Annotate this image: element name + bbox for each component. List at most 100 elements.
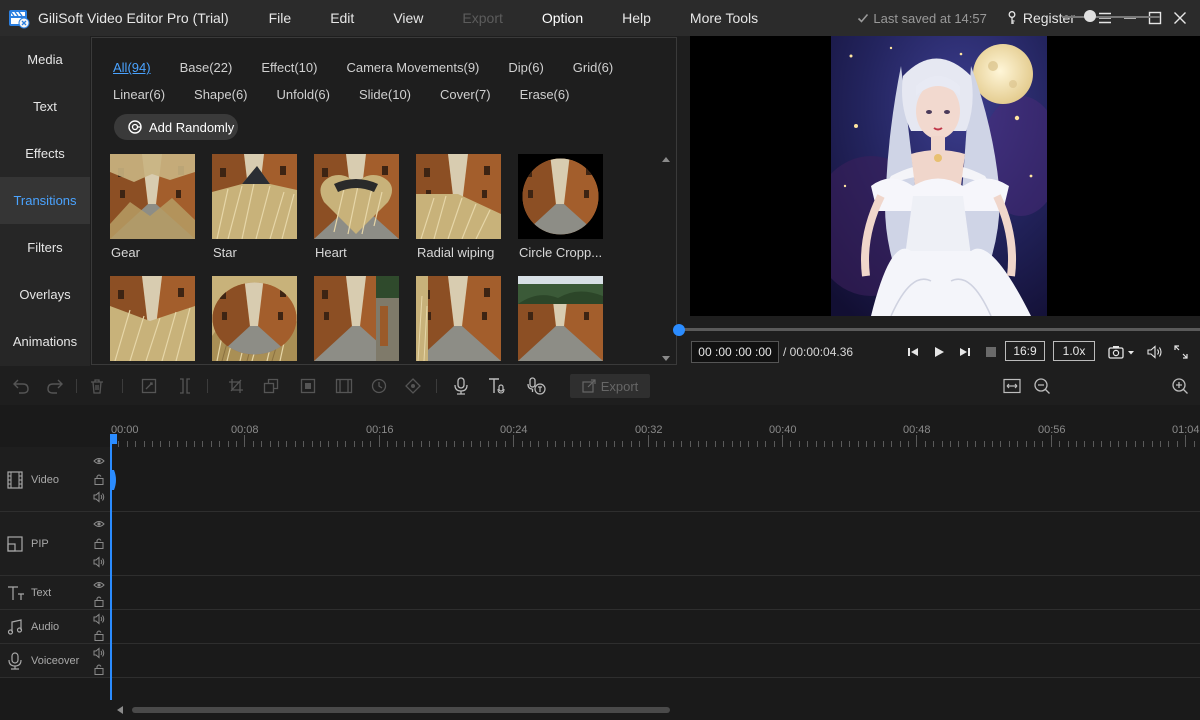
category-erase[interactable]: Erase(6) [520, 87, 570, 102]
redo-icon[interactable] [45, 376, 65, 396]
zoom-slider-track[interactable] [1062, 16, 1160, 18]
add-randomly-button[interactable]: Add Randomly [114, 114, 238, 140]
aspect-ratio-button[interactable]: 16:9 [1005, 341, 1045, 361]
edit-icon[interactable] [139, 376, 159, 396]
transition-circle-crop-thumbnail[interactable] [518, 154, 603, 239]
sidebar-item-animations[interactable]: Animations [0, 318, 90, 365]
visibility-eye-icon[interactable] [93, 518, 105, 530]
record-voice-icon[interactable] [451, 376, 471, 396]
lock-icon[interactable] [93, 473, 105, 485]
video-preview[interactable] [690, 36, 1200, 316]
category-cover[interactable]: Cover(7) [440, 87, 491, 102]
transition-star-thumbnail[interactable] [212, 154, 297, 239]
menu-view[interactable]: View [379, 10, 448, 26]
stop-icon[interactable] [982, 343, 1000, 361]
lock-icon[interactable] [93, 663, 105, 675]
menu-more-tools[interactable]: More Tools [676, 10, 783, 26]
transition-split-thumbnail[interactable] [110, 276, 195, 361]
track-volume-icon[interactable] [93, 556, 105, 568]
timeline-horizontal-scrollbar[interactable] [116, 704, 1196, 716]
fit-timeline-icon[interactable] [1002, 376, 1022, 396]
track-head-video: Video [0, 447, 110, 511]
playhead-marker[interactable] [108, 470, 118, 490]
track-volume-icon[interactable] [93, 647, 105, 659]
transition-radial-wiping-thumbnail[interactable] [416, 154, 501, 239]
lock-icon[interactable] [93, 537, 105, 549]
split-icon[interactable] [175, 376, 195, 396]
timeline-ruler[interactable]: 00:00 00:08 00:16 00:24 00:32 00:40 00:4… [110, 405, 1200, 447]
register-button[interactable]: Register [1007, 10, 1075, 26]
category-base[interactable]: Base(22) [180, 60, 233, 75]
track-voiceover[interactable]: Voiceover [0, 644, 1200, 678]
current-time-field[interactable]: 00 :00 :00 :00 [691, 341, 779, 363]
category-grid[interactable]: Grid(6) [573, 60, 613, 75]
keyframe-icon[interactable] [403, 376, 423, 396]
play-icon[interactable] [930, 343, 948, 361]
menu-help[interactable]: Help [608, 10, 676, 26]
crop-icon[interactable] [226, 376, 246, 396]
lock-icon[interactable] [93, 595, 105, 607]
sidebar-item-filters[interactable]: Filters [0, 224, 90, 271]
library-scrollbar[interactable] [660, 154, 672, 364]
category-camera-movements[interactable]: Camera Movements(9) [346, 60, 479, 75]
scroll-left-arrow-icon[interactable] [116, 706, 124, 714]
transition-slide-split-thumbnail[interactable] [416, 276, 501, 361]
transition-oval-thumbnail[interactable] [212, 276, 297, 361]
playback-progress-track[interactable] [679, 328, 1200, 331]
category-dip[interactable]: Dip(6) [508, 60, 543, 75]
transition-slide-right-thumbnail[interactable] [314, 276, 399, 361]
category-effect[interactable]: Effect(10) [261, 60, 317, 75]
track-volume-icon[interactable] [93, 491, 105, 503]
lock-icon[interactable] [93, 629, 105, 641]
hamburger-menu-icon[interactable] [1093, 0, 1117, 36]
previous-frame-icon[interactable] [904, 343, 922, 361]
category-shape[interactable]: Shape(6) [194, 87, 247, 102]
undo-icon[interactable] [11, 376, 31, 396]
track-pip[interactable]: PIP [0, 512, 1200, 576]
close-icon[interactable] [1168, 0, 1192, 36]
toolbar-export-button[interactable]: Export [570, 374, 650, 398]
speech-to-text-icon[interactable] [527, 376, 547, 396]
snapshot-camera-icon[interactable] [1108, 343, 1136, 361]
visibility-eye-icon[interactable] [93, 455, 105, 467]
resize-icon[interactable] [261, 376, 281, 396]
sidebar-item-transitions[interactable]: Transitions [0, 177, 90, 224]
sidebar-item-overlays[interactable]: Overlays [0, 271, 90, 318]
timeline-scroll-thumb[interactable] [132, 707, 670, 713]
text-to-speech-icon[interactable] [487, 376, 507, 396]
transition-gear-thumbnail[interactable] [110, 154, 195, 239]
sidebar-item-text[interactable]: Text [0, 83, 90, 130]
volume-icon[interactable] [1146, 343, 1164, 361]
sidebar-item-media[interactable]: Media [0, 36, 90, 83]
left-sidebar: Media Text Effects Transitions Filters O… [0, 36, 90, 366]
track-video[interactable]: Video [0, 447, 1200, 512]
minimize-icon[interactable] [1118, 0, 1142, 36]
category-slide[interactable]: Slide(10) [359, 87, 411, 102]
sidebar-item-effects[interactable]: Effects [0, 130, 90, 177]
menu-export[interactable]: Export [448, 10, 527, 26]
transition-heart-thumbnail[interactable] [314, 154, 399, 239]
aspect-icon[interactable] [334, 376, 354, 396]
playback-speed-button[interactable]: 1.0x [1053, 341, 1095, 361]
category-unfold[interactable]: Unfold(6) [277, 87, 330, 102]
zoom-out-icon[interactable] [1032, 376, 1052, 396]
zoom-in-icon[interactable] [1170, 376, 1190, 396]
next-frame-icon[interactable] [956, 343, 974, 361]
menu-option[interactable]: Option [528, 10, 608, 26]
delete-icon[interactable] [87, 376, 107, 396]
category-all[interactable]: All(94) [113, 60, 151, 75]
playback-progress-handle[interactable] [673, 324, 685, 336]
zoom-slider-handle[interactable] [1084, 10, 1096, 22]
maximize-icon[interactable] [1143, 0, 1167, 36]
track-audio[interactable]: Audio [0, 610, 1200, 644]
track-volume-icon[interactable] [93, 613, 105, 625]
mosaic-icon[interactable] [298, 376, 318, 396]
visibility-eye-icon[interactable] [93, 579, 105, 591]
menu-edit[interactable]: Edit [316, 10, 379, 26]
category-linear[interactable]: Linear(6) [113, 87, 165, 102]
track-text[interactable]: Text [0, 576, 1200, 610]
speed-clock-icon[interactable] [369, 376, 389, 396]
menu-file[interactable]: File [255, 10, 317, 26]
transition-cover-thumbnail[interactable] [518, 276, 603, 361]
fullscreen-icon[interactable] [1172, 343, 1190, 361]
